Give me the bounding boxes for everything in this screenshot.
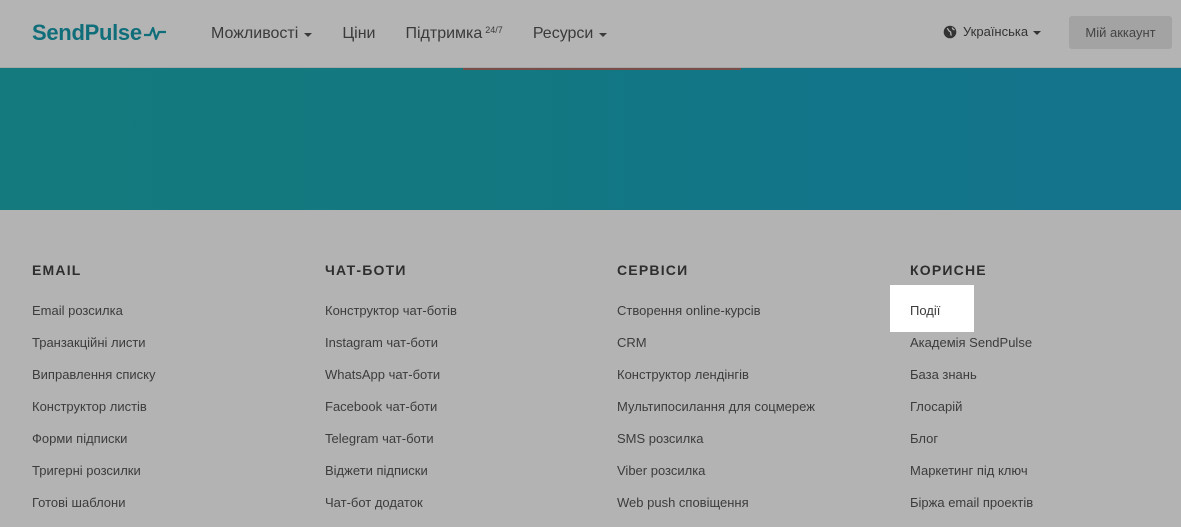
footer-link[interactable]: Форми підписки [32,431,127,446]
globe-icon [943,25,957,38]
nav-features[interactable]: Можливості [211,25,313,43]
footer-link[interactable]: Маркетинг під ключ [910,463,1028,478]
footer-link[interactable]: Транзакційні листи [32,335,146,350]
footer-link[interactable]: CRM [617,335,647,350]
chevron-down-icon [599,32,608,37]
footer-link[interactable]: Блог [910,431,938,446]
nav-support[interactable]: Підтримка 24/7 [405,25,502,43]
footer-link[interactable]: Facebook чат-боти [325,399,437,414]
nav-pricing[interactable]: Ціни [342,25,375,43]
support-badge: 24/7 [485,24,503,35]
footer-link-events[interactable]: Події [910,303,940,318]
footer-link[interactable]: Академія SendPulse [910,335,1032,350]
footer-link[interactable]: Instagram чат-боти [325,335,438,350]
footer: EMAIL Email розсилка Транзакційні листи … [0,210,1181,527]
footer-link[interactable]: Тригерні розсилки [32,463,141,478]
hero-accent-line [463,68,741,70]
footer-link[interactable]: SMS розсилка [617,431,703,446]
language-label: Українська [963,24,1029,39]
footer-link[interactable]: Глосарій [910,399,962,414]
footer-link[interactable]: Конструктор чат-ботів [325,303,457,318]
footer-link[interactable]: Мультипосилання для соцмереж [617,399,815,414]
sendpulse-logo[interactable]: SendPulse [32,20,166,46]
footer-link[interactable]: Віджети підписки [325,463,428,478]
hero-banner [0,68,1181,210]
logo-text: SendPulse [32,20,142,45]
footer-link[interactable]: Конструктор лендінгів [617,367,749,382]
chevron-down-icon [304,32,313,37]
footer-link[interactable]: Viber розсилка [617,463,705,478]
chevron-down-icon [1033,30,1042,35]
footer-link[interactable]: WhatsApp чат-боти [325,367,440,382]
footer-link[interactable]: Біржа email проектів [910,495,1033,510]
footer-link[interactable]: База знань [910,367,977,382]
footer-link[interactable]: Чат-бот додаток [325,495,423,510]
footer-link[interactable]: Створення online-курсів [617,303,761,318]
column-title: ЧАТ-БОТИ [325,262,407,278]
footer-link[interactable]: Telegram чат-боти [325,431,434,446]
main-nav: Можливості Ціни Підтримка 24/7 Ресурси [211,0,637,67]
column-title: EMAIL [32,262,82,278]
my-account-button[interactable]: Мій аккаунт [1069,16,1172,49]
footer-link[interactable]: Готові шаблони [32,495,125,510]
footer-link[interactable]: Виправлення списку [32,367,156,382]
site-header: SendPulse Можливості Ціни Підтримка 24/7… [0,0,1181,68]
footer-link[interactable]: Web push сповіщення [617,495,749,510]
pulse-icon [143,26,166,41]
column-title: СЕРВІСИ [617,262,689,278]
footer-link[interactable]: Конструктор листів [32,399,147,414]
nav-resources[interactable]: Ресурси [533,25,608,43]
footer-link[interactable]: Email розсилка [32,303,123,318]
column-title: КОРИСНЕ [910,262,987,278]
language-selector[interactable]: Українська [943,24,1042,39]
